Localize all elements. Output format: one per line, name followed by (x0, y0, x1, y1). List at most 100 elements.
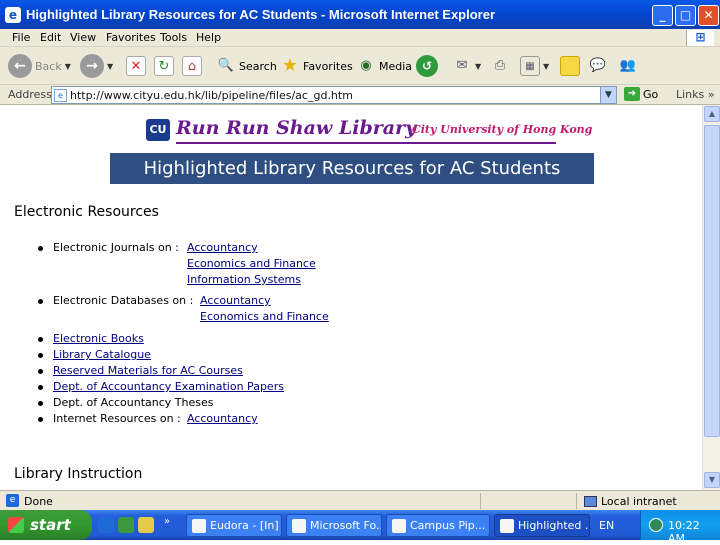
library-logo: CU Run Run Shaw Library City University … (146, 117, 592, 144)
scroll-thumb[interactable] (704, 125, 720, 437)
favorites-button[interactable]: ★ Favorites (280, 53, 353, 79)
menu-edit[interactable]: Edit (40, 31, 61, 44)
windows-flag-icon (8, 517, 24, 533)
mail-button[interactable]: ✉ ▼ (452, 53, 482, 79)
note-icon (560, 56, 580, 76)
discuss-button[interactable] (560, 53, 580, 79)
start-button[interactable]: start (0, 510, 92, 540)
research-button[interactable]: 💬 (588, 53, 608, 79)
task-microsoft[interactable]: Microsoft Fo... (286, 514, 382, 537)
close-button[interactable]: ✕ (698, 5, 719, 26)
section-heading-instruction: Library Instruction (14, 466, 143, 482)
logo-university-name: City University of Hong Kong (412, 123, 593, 136)
vertical-scrollbar[interactable]: ▲ ▼ (702, 105, 720, 490)
messenger-icon: 👥 (619, 58, 637, 73)
back-button[interactable]: ← Back ▼ (8, 53, 71, 79)
task-eudora[interactable]: Eudora - [In] (186, 514, 282, 537)
menu-favorites[interactable]: Favorites (106, 31, 156, 44)
chevron-down-icon[interactable]: ▼ (600, 87, 616, 103)
refresh-button[interactable]: ↻ (154, 53, 174, 79)
status-text: Done (24, 495, 53, 508)
dropdown-arrow-icon: ▼ (543, 61, 550, 71)
menu-view[interactable]: View (70, 31, 96, 44)
bullet (38, 299, 43, 304)
logo-library-name: Run Run Shaw Library (176, 117, 417, 139)
media-button[interactable]: ◉ Media (356, 53, 412, 79)
link-ir-accountancy[interactable]: Accountancy (187, 412, 258, 425)
link-electronic-books[interactable]: Electronic Books (53, 332, 144, 345)
task-label: Campus Pip... (410, 519, 486, 532)
go-label: Go (643, 87, 659, 101)
link-ej-accountancy[interactable]: Accountancy (187, 241, 258, 254)
task-highlighted[interactable]: Highlighted ... (494, 514, 590, 537)
links-label: Links (676, 88, 705, 101)
menu-file[interactable]: File (12, 31, 30, 44)
home-button[interactable]: ⌂ (182, 53, 202, 79)
link-ed-economics[interactable]: Economics and Finance (200, 310, 329, 323)
cityu-seal-icon: CU (146, 119, 170, 141)
divider (480, 493, 481, 509)
windows-logo-icon: ⊞ (686, 30, 714, 46)
link-exam-papers[interactable]: Dept. of Accountancy Examination Papers (53, 380, 284, 393)
history-button[interactable]: ↺ (416, 53, 438, 79)
search-icon: 🔍 (217, 58, 235, 73)
forward-button[interactable]: → ▼ (80, 53, 113, 79)
zone-label: Local intranet (601, 495, 677, 508)
task-label: Eudora - [In] (210, 519, 279, 532)
media-label: Media (379, 59, 413, 73)
stop-button[interactable]: ✕ (126, 53, 146, 79)
bullet (38, 337, 43, 342)
ej-label: Electronic Journals on : (53, 241, 179, 254)
app-icon (392, 518, 406, 533)
search-button[interactable]: 🔍 Search (216, 53, 277, 79)
title-bar[interactable]: e Highlighted Library Resources for AC S… (0, 0, 720, 29)
section-heading-electronic: Electronic Resources (14, 204, 159, 220)
menu-tools[interactable]: Tools (160, 31, 187, 44)
address-input[interactable]: e http://www.cityu.edu.hk/lib/pipeline/f… (51, 86, 617, 104)
minimize-button[interactable]: _ (652, 5, 673, 26)
status-bar: e Done Local intranet (0, 490, 720, 510)
app-quicklaunch-icon[interactable] (138, 517, 154, 533)
intranet-icon (584, 496, 597, 507)
ie-quicklaunch-icon[interactable] (98, 517, 114, 533)
links-button[interactable]: Links » (676, 88, 715, 101)
start-label: start (30, 516, 71, 534)
maximize-button[interactable]: □ (675, 5, 696, 26)
menu-help[interactable]: Help (196, 31, 221, 44)
bullet (38, 246, 43, 251)
window-title: Highlighted Library Resources for AC Stu… (26, 7, 496, 22)
link-ej-infosys[interactable]: Information Systems (187, 273, 301, 286)
link-reserved-materials[interactable]: Reserved Materials for AC Courses (53, 364, 243, 377)
tray-icon[interactable] (649, 518, 663, 532)
chevron-right-icon[interactable]: » (164, 516, 170, 527)
dropdown-arrow-icon: ▼ (64, 61, 71, 71)
logo-underline (176, 142, 556, 144)
scroll-down-icon[interactable]: ▼ (704, 472, 720, 488)
ie-icon: e (5, 7, 21, 23)
task-campus[interactable]: Campus Pip... (386, 514, 490, 537)
messenger-button[interactable]: 👥 (618, 53, 638, 79)
media-icon: ◉ (360, 58, 372, 73)
link-ej-economics[interactable]: Economics and Finance (187, 257, 316, 270)
bullet (38, 417, 43, 422)
go-arrow-icon: ➜ (624, 87, 640, 101)
edit-button[interactable]: ▦ ▼ (520, 53, 549, 79)
outlook-quicklaunch-icon[interactable] (118, 517, 134, 533)
toolbar: ← Back ▼ → ▼ ✕ ↻ ⌂ 🔍 Search ★ Favorites … (0, 47, 720, 85)
link-library-catalogue[interactable]: Library Catalogue (53, 348, 151, 361)
scroll-up-icon[interactable]: ▲ (704, 106, 720, 122)
stop-icon: ✕ (126, 56, 146, 76)
mail-icon: ✉ (456, 58, 468, 73)
clock: 10:22 AM (668, 519, 700, 545)
go-button[interactable]: ➜ Go (624, 87, 658, 101)
dropdown-arrow-icon: ▼ (107, 61, 114, 71)
page-title: Highlighted Library Resources for AC Stu… (110, 153, 594, 184)
address-bar: Address e http://www.cityu.edu.hk/lib/pi… (0, 85, 720, 105)
back-arrow-icon: ← (8, 54, 32, 78)
page-icon: e (54, 89, 67, 102)
taskbar: start » Eudora - [In] Microsoft Fo... Ca… (0, 510, 720, 545)
print-button[interactable]: ⎙ (490, 53, 510, 79)
link-ed-accountancy[interactable]: Accountancy (200, 294, 271, 307)
favorites-label: Favorites (303, 59, 353, 73)
language-indicator[interactable]: EN (599, 519, 614, 532)
